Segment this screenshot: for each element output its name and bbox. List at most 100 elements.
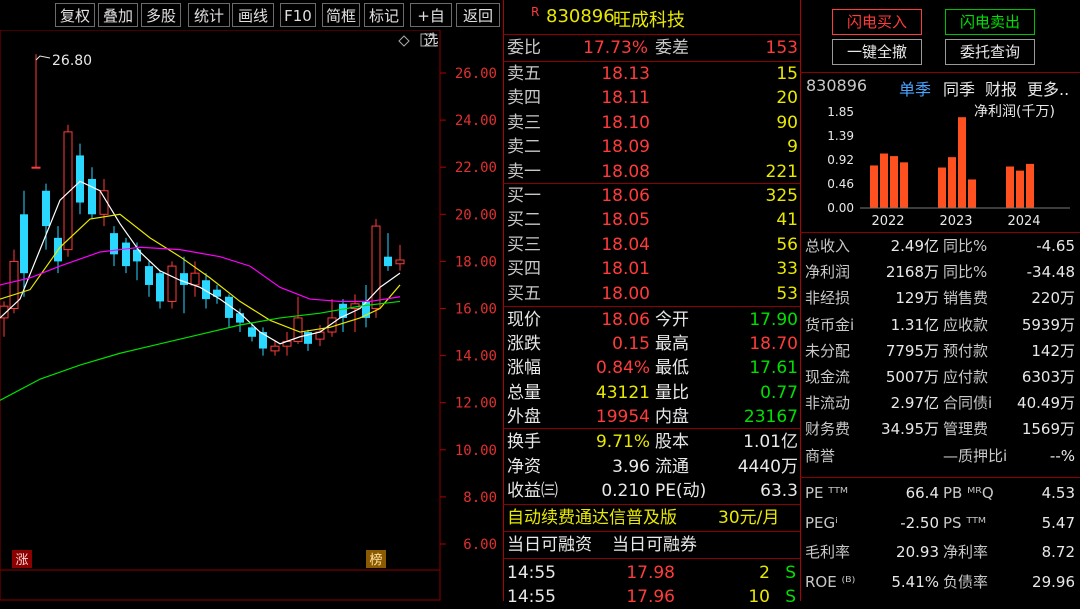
buy-row[interactable]: 买五 18.00 53 xyxy=(505,282,800,306)
flash-buy-button[interactable]: 闪电买入 xyxy=(832,9,922,35)
quote-value: 63.3 xyxy=(760,481,798,501)
buy-row[interactable]: 买三 18.04 56 xyxy=(505,233,800,257)
fin-label: 现金流 xyxy=(805,368,851,386)
toolbar-button-3[interactable]: 统计 xyxy=(188,3,230,27)
price-axis-label: 8.00 xyxy=(463,490,497,506)
fin-label: 非经损 xyxy=(805,289,851,308)
toolbar-button-0[interactable]: 复权 xyxy=(55,3,95,27)
fin-label: 非流动 xyxy=(805,394,851,413)
order-query-button[interactable]: 委托查询 xyxy=(945,39,1035,65)
toolbar-button-2[interactable]: 多股 xyxy=(141,3,181,27)
fin-row: 商誉 —质押比i --% xyxy=(803,443,1079,469)
fin-label: 销售费 xyxy=(943,289,989,308)
fin-value: 66.4 xyxy=(905,484,939,502)
candle xyxy=(282,332,292,356)
sell-row[interactable]: 卖四 18.11 20 xyxy=(505,86,800,110)
fin-label: PE ᵀᵀᴹ xyxy=(805,484,848,502)
toolbar-button-6[interactable]: 简框 xyxy=(322,3,360,27)
commission-ratio-label: 委比 xyxy=(507,38,541,58)
quote-label: 今开 xyxy=(655,310,689,330)
fin-label: 财务费 xyxy=(805,420,851,439)
fin-label: 应收款 xyxy=(943,315,989,334)
toolbar-button-9[interactable]: 返回 xyxy=(456,3,500,27)
sell-row[interactable]: 卖一 18.08 221 xyxy=(505,160,800,184)
candle xyxy=(110,226,118,267)
fin-value: 34.95万 xyxy=(881,420,939,439)
fin-label: 负债率 xyxy=(943,572,989,591)
divider xyxy=(800,477,1080,478)
quote-label: 涨幅 xyxy=(507,358,541,379)
divider xyxy=(800,0,801,601)
candle xyxy=(42,183,50,250)
stock-tag: R xyxy=(531,5,540,19)
profit-y-tick: 0.46 xyxy=(827,177,854,191)
fin-value: --% xyxy=(1049,446,1075,465)
buy-row[interactable]: 买一 18.06 325 xyxy=(505,184,800,208)
kline-chart[interactable]: 26.00 24.00 22.00 20.00 18.00 16.00 14.00 12.00… xyxy=(0,30,503,601)
candle xyxy=(0,301,9,337)
toolbar-button-5[interactable]: F10 xyxy=(280,3,316,27)
fin-label: ROE ⁽ᴮ⁾ xyxy=(805,572,856,591)
fin-value: 5939万 xyxy=(1021,315,1075,334)
fin-tab-2[interactable]: 财报 xyxy=(985,76,1017,100)
candle xyxy=(122,237,130,274)
fin-label: —质押比i xyxy=(943,446,1008,465)
fin-row: 财务费 34.95万 管理费 1569万 xyxy=(803,416,1079,442)
quote-value: 0.210 xyxy=(601,481,650,501)
buy-label: 买三 xyxy=(507,234,541,255)
buy-volume: 325 xyxy=(765,186,798,206)
toolbar-button-4[interactable]: 画线 xyxy=(232,3,274,27)
fin-value: 29.96 xyxy=(1032,572,1075,591)
price-axis-label: 26.00 xyxy=(455,66,497,82)
buy-row[interactable]: 买二 18.05 41 xyxy=(505,208,800,232)
toolbar-button-7[interactable]: 标记 xyxy=(364,3,404,27)
quote-label: 总量 xyxy=(507,382,541,403)
sell-row[interactable]: 卖三 18.10 90 xyxy=(505,111,800,135)
quote-value: 19954 xyxy=(595,406,650,427)
fin-tab-3[interactable]: 更多.. xyxy=(1027,76,1069,100)
fin-row: 现金流 5007万 应付款 6303万 xyxy=(803,364,1079,390)
buy-row[interactable]: 买四 18.01 33 xyxy=(505,257,800,281)
toolbar-button-1[interactable]: 叠加 xyxy=(98,3,138,27)
fin-tab-1[interactable]: 同季 xyxy=(943,76,975,100)
fin-tab-0[interactable]: 单季 xyxy=(899,76,931,100)
fin-value: 142万 xyxy=(1031,341,1075,360)
sell-row[interactable]: 卖二 18.09 9 xyxy=(505,135,800,159)
quote-value: 9.71% xyxy=(595,432,650,452)
divider xyxy=(503,34,800,35)
sell-label: 卖五 xyxy=(507,64,541,84)
buy-price: 18.04 xyxy=(601,234,650,255)
candle xyxy=(145,261,153,297)
fin-row: 总收入 2.49亿 同比% -4.65 xyxy=(803,233,1079,259)
quote-label: 收益㈢ xyxy=(507,481,558,501)
sell-price: 18.10 xyxy=(601,112,650,133)
fin-label: PB ᴹᴿQ xyxy=(943,484,994,502)
tick-volume: 2 xyxy=(759,563,770,583)
divider xyxy=(800,72,1080,73)
divider xyxy=(503,531,800,532)
toolbar-button-8[interactable]: +自选 xyxy=(410,3,452,49)
fin-label: 货币金i xyxy=(805,315,855,334)
fin-row: PE ᵀᵀᴹ 66.4 PB ᴹᴿQ 4.53 xyxy=(803,480,1079,506)
tick-price: 17.98 xyxy=(626,563,675,583)
cancel-all-button[interactable]: 一键全撤 xyxy=(832,39,922,65)
buy-price: 18.01 xyxy=(601,259,650,280)
sell-row[interactable]: 卖五 18.13 15 xyxy=(505,62,800,86)
fin-value: 5.47 xyxy=(1041,513,1075,532)
fin-value: 129万 xyxy=(895,289,939,308)
divider xyxy=(503,0,504,601)
fin-value: 7795万 xyxy=(885,341,939,360)
flash-sell-button[interactable]: 闪电卖出 xyxy=(945,9,1035,35)
profit-y-tick: 1.39 xyxy=(827,129,854,143)
fin-label: 应付款 xyxy=(943,368,989,386)
quote-value: 43121 xyxy=(595,382,650,403)
quote-label: 最低 xyxy=(655,358,689,379)
candle xyxy=(180,256,188,314)
profit-bar xyxy=(900,162,908,208)
profit-bar xyxy=(1016,170,1024,208)
divider xyxy=(503,428,800,429)
quote-label: PE(动) xyxy=(655,481,707,501)
fin-label: 总收入 xyxy=(805,237,851,255)
fin-label: PS ᵀᵀᴹ xyxy=(943,513,987,532)
promo-link[interactable]: 自动续费通达信普及版 xyxy=(507,506,677,530)
